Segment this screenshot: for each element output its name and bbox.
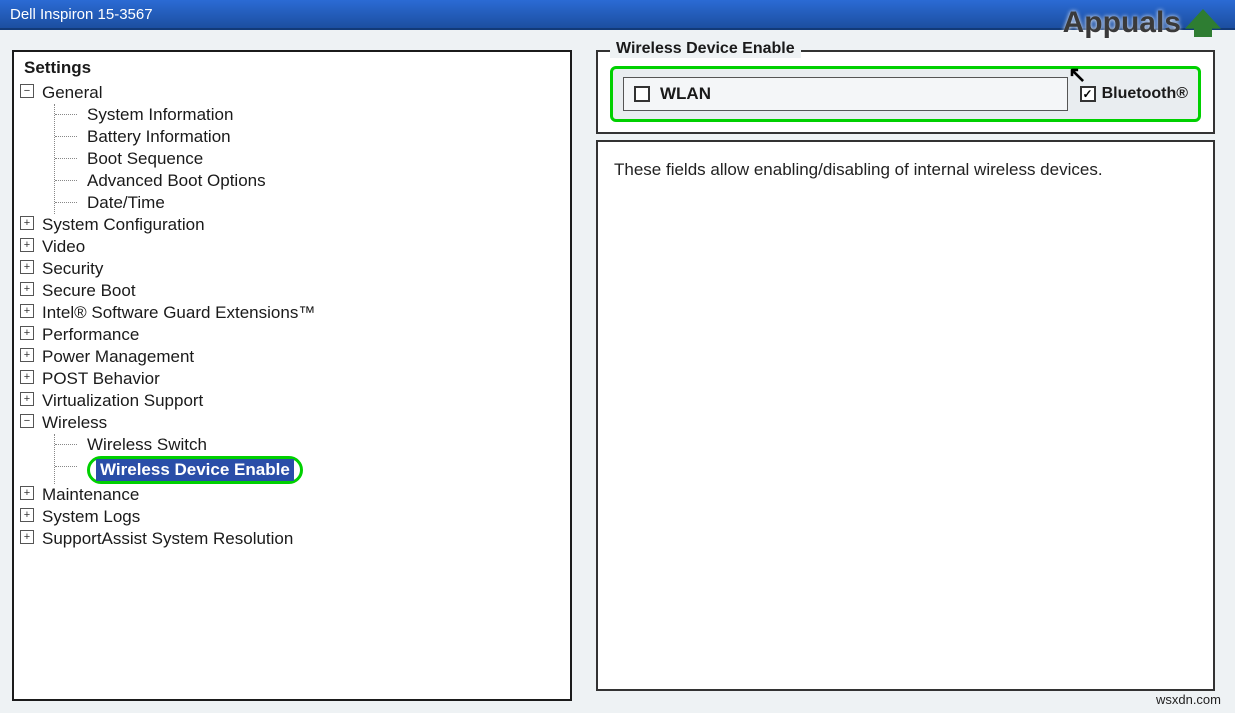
expand-icon[interactable]: + [20, 304, 34, 318]
expand-icon[interactable]: + [20, 326, 34, 340]
detail-panel: Wireless Device Enable WLAN ↖ ✓ Bluetoot… [596, 50, 1223, 701]
tree-label[interactable]: POST Behavior [20, 368, 570, 390]
tree-item-system-information[interactable]: System Information [67, 104, 570, 126]
tree-label[interactable]: Maintenance [20, 484, 570, 506]
tree-node-power-management[interactable]: + Power Management [20, 346, 570, 368]
settings-tree-panel: Settings − General System Information Ba… [12, 50, 572, 701]
tree-item-boot-sequence[interactable]: Boot Sequence [67, 148, 570, 170]
tree-label[interactable]: Virtualization Support [20, 390, 570, 412]
tree-item-date-time[interactable]: Date/Time [67, 192, 570, 214]
tree-node-system-logs[interactable]: + System Logs [20, 506, 570, 528]
graduation-cap-icon [1185, 9, 1221, 37]
expand-icon[interactable]: + [20, 282, 34, 296]
tree-children-wireless: Wireless Switch Wireless Device Enable [54, 434, 570, 484]
expand-icon[interactable]: + [20, 392, 34, 406]
expand-icon[interactable]: + [20, 370, 34, 384]
bluetooth-label: Bluetooth® [1102, 85, 1188, 103]
tree-item-battery-information[interactable]: Battery Information [67, 126, 570, 148]
tree-node-post-behavior[interactable]: + POST Behavior [20, 368, 570, 390]
tree-node-security[interactable]: + Security [20, 258, 570, 280]
tree-node-general[interactable]: − General System Information Battery Inf… [20, 82, 570, 214]
expand-icon[interactable]: + [20, 486, 34, 500]
annotation-highlight-row: WLAN ↖ ✓ Bluetooth® [610, 66, 1201, 122]
tree-label[interactable]: SupportAssist System Resolution [20, 528, 570, 550]
tree-item-wireless-switch[interactable]: Wireless Switch [67, 434, 570, 456]
tree-node-virtualization-support[interactable]: + Virtualization Support [20, 390, 570, 412]
collapse-icon[interactable]: − [20, 414, 34, 428]
tree-label-wireless[interactable]: Wireless [20, 412, 570, 434]
tree-node-system-configuration[interactable]: + System Configuration [20, 214, 570, 236]
tree-label[interactable]: Security [20, 258, 570, 280]
annotation-highlight: Wireless Device Enable [87, 456, 303, 484]
tree-node-sgx[interactable]: + Intel® Software Guard Extensions™ [20, 302, 570, 324]
tree-node-supportassist[interactable]: + SupportAssist System Resolution [20, 528, 570, 550]
expand-icon[interactable]: + [20, 530, 34, 544]
workspace: Settings − General System Information Ba… [0, 30, 1235, 713]
expand-icon[interactable]: + [20, 508, 34, 522]
tree-node-wireless[interactable]: − Wireless Wireless Switch Wireless Devi… [20, 412, 570, 484]
tree-children-general: System Information Battery Information B… [54, 104, 570, 214]
wlan-option[interactable]: WLAN ↖ [623, 77, 1068, 111]
tree-item-advanced-boot-options[interactable]: Advanced Boot Options [67, 170, 570, 192]
wlan-checkbox[interactable] [634, 86, 650, 102]
bluetooth-checkbox[interactable]: ✓ [1080, 86, 1096, 102]
settings-tree: − General System Information Battery Inf… [14, 82, 570, 550]
group-legend: Wireless Device Enable [610, 40, 801, 58]
tree-node-maintenance[interactable]: + Maintenance [20, 484, 570, 506]
expand-icon[interactable]: + [20, 348, 34, 362]
window-titlebar: Dell Inspiron 15-3567 [0, 0, 1235, 30]
window-title: Dell Inspiron 15-3567 [10, 6, 153, 23]
tree-label[interactable]: System Logs [20, 506, 570, 528]
tree-label[interactable]: Intel® Software Guard Extensions™ [20, 302, 570, 324]
tree-node-performance[interactable]: + Performance [20, 324, 570, 346]
selected-tree-label: Wireless Device Enable [96, 459, 294, 481]
source-watermark: wsxdn.com [1156, 692, 1221, 707]
expand-icon[interactable]: + [20, 238, 34, 252]
wireless-device-enable-group: Wireless Device Enable WLAN ↖ ✓ Bluetoot… [596, 50, 1215, 134]
wlan-label: WLAN [660, 84, 711, 104]
expand-icon[interactable]: + [20, 260, 34, 274]
tree-label[interactable]: Secure Boot [20, 280, 570, 302]
settings-caption: Settings [20, 56, 570, 80]
appuals-watermark: Appuals [1063, 6, 1221, 40]
tree-node-video[interactable]: + Video [20, 236, 570, 258]
description-text: These fields allow enabling/disabling of… [614, 160, 1103, 179]
brand-text: Appuals [1063, 6, 1181, 40]
tree-label-general[interactable]: General [20, 82, 570, 104]
tree-item-wireless-device-enable[interactable]: Wireless Device Enable [67, 456, 570, 484]
tree-label[interactable]: System Configuration [20, 214, 570, 236]
bluetooth-option[interactable]: ✓ Bluetooth® [1080, 85, 1188, 103]
tree-label[interactable]: Performance [20, 324, 570, 346]
collapse-icon[interactable]: − [20, 84, 34, 98]
tree-label[interactable]: Video [20, 236, 570, 258]
tree-node-secure-boot[interactable]: + Secure Boot [20, 280, 570, 302]
tree-label[interactable]: Power Management [20, 346, 570, 368]
description-box: These fields allow enabling/disabling of… [596, 140, 1215, 691]
expand-icon[interactable]: + [20, 216, 34, 230]
